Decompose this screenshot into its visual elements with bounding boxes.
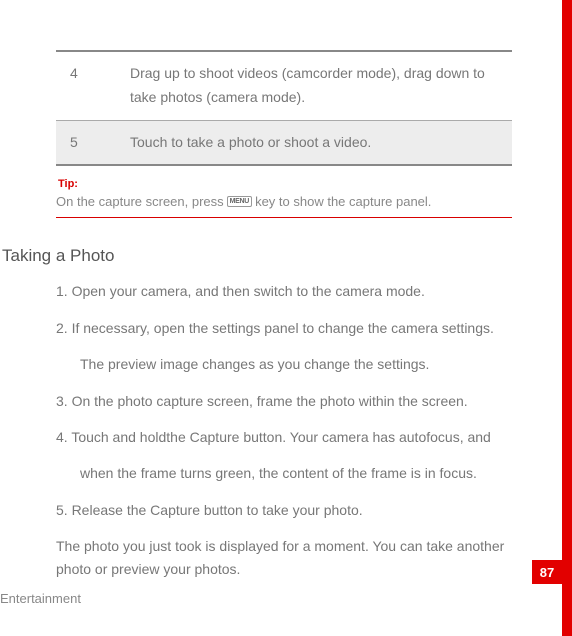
page-number: 87 (532, 560, 562, 584)
table-row: 5 Touch to take a photo or shoot a video… (56, 120, 512, 165)
tip-text-before: On the capture screen, press (56, 194, 224, 209)
red-side-bar (562, 0, 572, 636)
step-item: 1. Open your camera, and then switch to … (56, 280, 512, 302)
step-continuation: The preview image changes as you change … (56, 353, 512, 375)
tip-text: On the capture screen, press MENU key to… (56, 194, 512, 218)
step-note: The photo you just took is displayed for… (56, 535, 512, 580)
table-cell-num: 4 (56, 51, 116, 120)
footer-label: Entertainment (0, 591, 81, 606)
tip-text-after: key to show the capture panel. (255, 194, 431, 209)
table-cell-text: Touch to take a photo or shoot a video. (116, 120, 512, 165)
table-cell-text: Drag up to shoot videos (camcorder mode)… (116, 51, 512, 120)
step-item: 4. Touch and holdthe Capture button. You… (56, 426, 512, 448)
tip-label: Tip: (56, 178, 512, 190)
table-cell-num: 5 (56, 120, 116, 165)
step-item: 3. On the photo capture screen, frame th… (56, 390, 512, 412)
step-continuation: when the frame turns green, the content … (56, 462, 512, 484)
steps-list: 1. Open your camera, and then switch to … (56, 280, 512, 580)
feature-table: 4 Drag up to shoot videos (camcorder mod… (56, 50, 512, 166)
section-heading: Taking a Photo (2, 246, 512, 266)
step-item: 2. If necessary, open the settings panel… (56, 317, 512, 339)
step-item: 5. Release the Capture button to take yo… (56, 499, 512, 521)
menu-key-icon: MENU (227, 196, 252, 207)
table-row: 4 Drag up to shoot videos (camcorder mod… (56, 51, 512, 120)
